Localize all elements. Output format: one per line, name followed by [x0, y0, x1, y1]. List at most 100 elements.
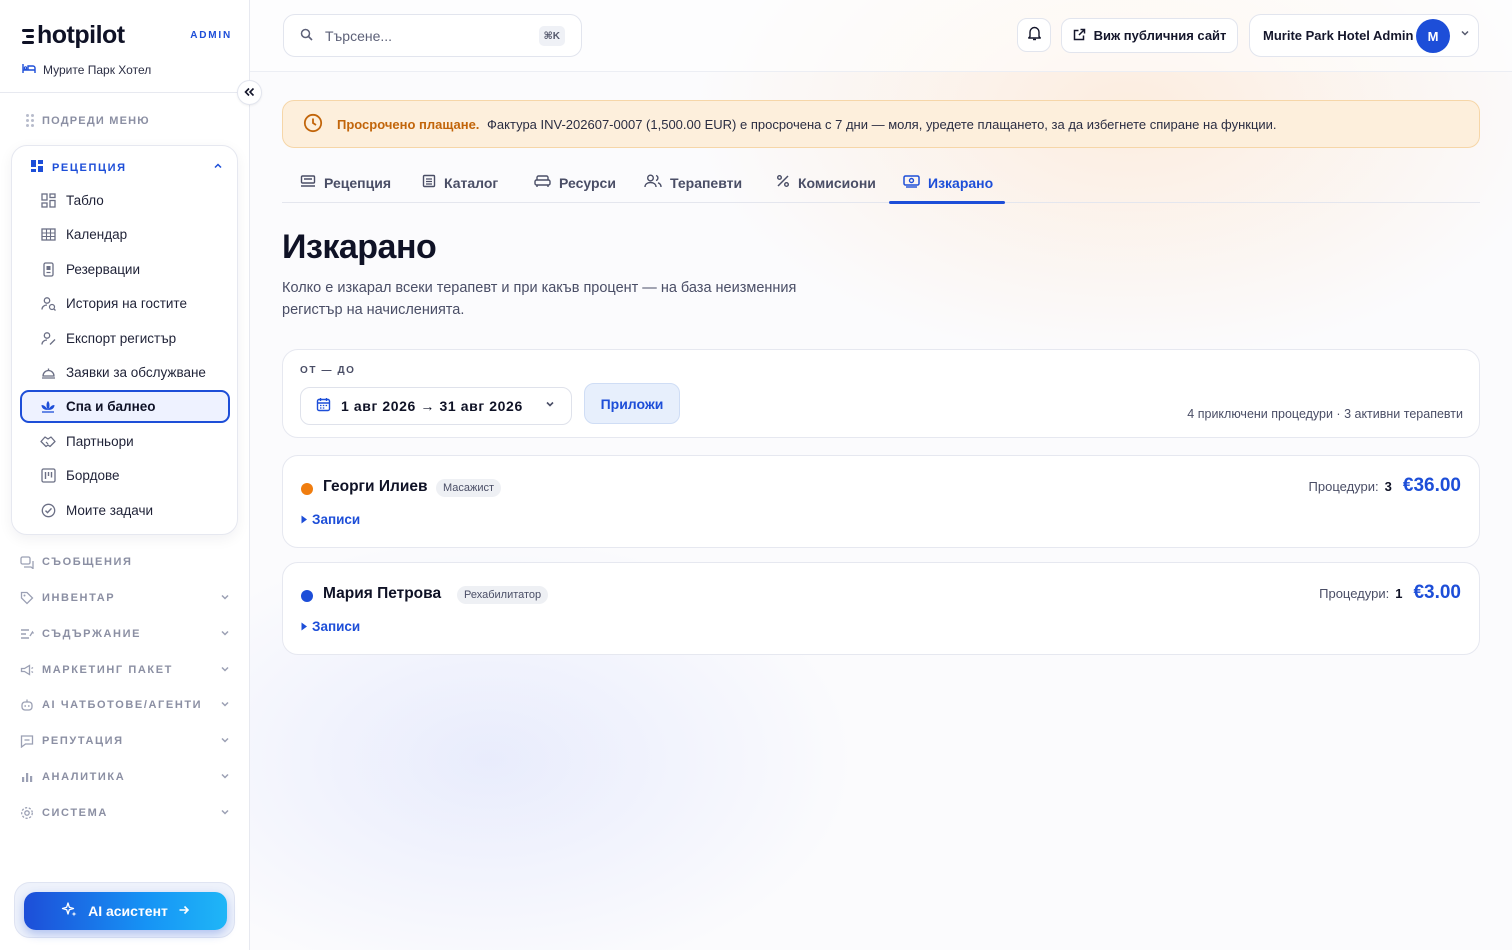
tab-commissions[interactable]: Комисиони — [776, 162, 876, 203]
section-label: СЪОБЩЕНИЯ — [42, 556, 133, 568]
therapist-card: Мария Петрова Рехабилитатор Процедури: 1… — [282, 562, 1480, 655]
sofa-icon — [534, 174, 551, 191]
status-dot — [301, 590, 313, 602]
therapist-totals: Процедури: 3 €36.00 — [1309, 475, 1461, 497]
sidebar-item-label: Партньори — [66, 434, 134, 449]
sidebar-section-system[interactable]: СИСТЕМА — [20, 806, 230, 820]
section-label: РЕПУТАЦИЯ — [42, 735, 124, 747]
therapist-name: Георги Илиев — [323, 478, 428, 495]
dashboard-icon — [40, 193, 56, 209]
brand-row: hotpilot ADMIN — [22, 20, 232, 50]
caret-right-icon — [301, 619, 308, 634]
sidebar-item-my-tasks[interactable]: Моите задачи — [20, 494, 230, 527]
section-label: AI ЧАТБОТОВЕ/АГЕНТИ — [42, 699, 203, 711]
section-label: СИСТЕМА — [42, 807, 108, 819]
bar-chart-icon — [20, 770, 34, 784]
users-icon — [644, 174, 662, 191]
alert-title: Просрочено плащане. — [337, 116, 480, 132]
user-menu[interactable]: Murite Park Hotel Admin M — [1249, 14, 1479, 57]
ai-assistant-label: AI асистент — [88, 903, 168, 919]
sidebar-item-export-register[interactable]: Експорт регистър — [20, 322, 230, 355]
spa-tabs: Рецепция Каталог Ресурси Терапевти Комис… — [282, 162, 1480, 204]
main-content: Търсене... ⌘K Виж публичния сайт Murite … — [250, 0, 1512, 950]
records-toggle[interactable]: Записи — [301, 512, 360, 527]
search-input[interactable]: Търсене... ⌘K — [283, 14, 582, 57]
therapist-totals: Процедури: 1 €3.00 — [1319, 582, 1461, 604]
sidebar-item-calendar[interactable]: Календар — [20, 218, 230, 251]
sidebar-section-messages[interactable]: СЪОБЩЕНИЯ — [20, 555, 230, 569]
date-range-label: ОТ — ДО — [300, 365, 356, 376]
records-label: Записи — [312, 512, 361, 527]
guest-history-icon — [40, 296, 56, 312]
view-public-site-button[interactable]: Виж публичния сайт — [1061, 18, 1238, 53]
notifications-button[interactable] — [1017, 18, 1051, 52]
tab-catalog[interactable]: Каталог — [422, 162, 498, 203]
reorder-label: ПОДРЕДИ МЕНЮ — [42, 114, 150, 127]
date-filter-card: ОТ — ДО 1 авг 2026 → 31 авг 2026 Приложи… — [282, 349, 1480, 438]
tab-therapists[interactable]: Терапевти — [644, 162, 742, 203]
chevron-down-icon — [545, 399, 555, 412]
divider — [0, 92, 249, 93]
gear-icon — [20, 806, 34, 820]
bed-icon — [22, 62, 36, 77]
sidebar-section-analytics[interactable]: АНАЛИТИКА — [20, 770, 230, 784]
sidebar-item-label: Спа и балнео — [66, 399, 156, 414]
sidebar-item-service-requests[interactable]: Заявки за обслужване — [20, 356, 230, 389]
procedures-count: 1 — [1395, 586, 1403, 601]
search-placeholder: Търсене... — [325, 27, 393, 44]
sidebar-section-ai-agents[interactable]: AI ЧАТБОТОВЕ/АГЕНТИ — [20, 698, 230, 712]
role-badge: Рехабилитатор — [457, 586, 549, 604]
catalog-icon — [422, 174, 436, 191]
ai-assistant-button[interactable]: AI асистент — [24, 892, 227, 930]
service-bell-icon — [40, 365, 56, 381]
date-range-picker[interactable]: 1 авг 2026 → 31 авг 2026 — [300, 387, 572, 425]
logo-text: hotpilot — [37, 20, 125, 49]
arrow-right-icon — [178, 903, 190, 919]
nav-group-header[interactable]: РЕЦЕПЦИЯ — [31, 160, 223, 175]
topbar: Търсене... ⌘K Виж публичния сайт Murite … — [250, 0, 1512, 72]
sidebar-item-reservations[interactable]: Резервации — [20, 253, 230, 286]
sidebar-section-reputation[interactable]: РЕПУТАЦИЯ — [20, 734, 230, 748]
sidebar-item-boards[interactable]: Бордове — [20, 459, 230, 492]
procedures-label: Процедури: — [1308, 479, 1379, 494]
sidebar-item-guest-history[interactable]: История на гостите — [20, 287, 230, 320]
role-badge: Масажист — [436, 479, 502, 497]
collapse-sidebar-button[interactable] — [237, 80, 262, 105]
chevron-down-icon — [220, 699, 230, 712]
sidebar-section-inventory[interactable]: ИНВЕНТАР — [20, 591, 230, 605]
sidebar-item-label: Моите задачи — [66, 503, 154, 518]
records-toggle[interactable]: Записи — [301, 619, 360, 634]
sidebar-section-marketing[interactable]: МАРКЕТИНГ ПАКЕТ — [20, 663, 230, 677]
ai-assistant-panel: AI асистент — [14, 882, 235, 938]
chevron-down-icon — [220, 807, 230, 820]
tab-label: Комисиони — [798, 174, 876, 191]
hotel-selector[interactable]: Мурите Парк Хотел — [22, 62, 151, 77]
sidebar-item-dashboard[interactable]: Табло — [20, 184, 230, 217]
earned-amount: €36.00 — [1402, 475, 1461, 496]
sidebar-item-label: Табло — [66, 193, 104, 208]
shortcut-badge: ⌘K — [538, 26, 565, 46]
tag-icon — [20, 591, 34, 605]
chevron-down-icon — [1460, 28, 1470, 41]
sidebar-item-partners[interactable]: Партньори — [20, 425, 230, 458]
tab-label: Ресурси — [559, 174, 616, 191]
clock-icon — [303, 113, 323, 136]
records-label: Записи — [312, 619, 361, 634]
sidebar-section-content[interactable]: СЪДЪРЖАНИЕ — [20, 627, 230, 641]
logo[interactable]: hotpilot — [22, 21, 125, 50]
reorder-menu-button[interactable]: ПОДРЕДИ МЕНЮ — [26, 114, 150, 127]
sidebar-item-label: История на гостите — [66, 296, 187, 311]
reception-icon — [300, 174, 316, 191]
tab-earned[interactable]: Изкарано — [889, 162, 1005, 204]
tab-resources[interactable]: Ресурси — [534, 162, 616, 203]
apply-button[interactable]: Приложи — [584, 383, 680, 424]
chevron-down-icon — [220, 735, 230, 748]
tab-reception[interactable]: Рецепция — [300, 162, 391, 203]
double-chevron-left-icon — [244, 85, 255, 100]
sidebar-item-spa[interactable]: Спа и балнео — [20, 390, 230, 423]
caret-right-icon — [301, 512, 308, 527]
date-range-value: 1 авг 2026 → 31 авг 2026 — [341, 398, 523, 414]
tab-label: Изкарано — [928, 174, 994, 191]
handshake-icon — [40, 434, 56, 450]
tab-label: Терапевти — [670, 174, 743, 191]
